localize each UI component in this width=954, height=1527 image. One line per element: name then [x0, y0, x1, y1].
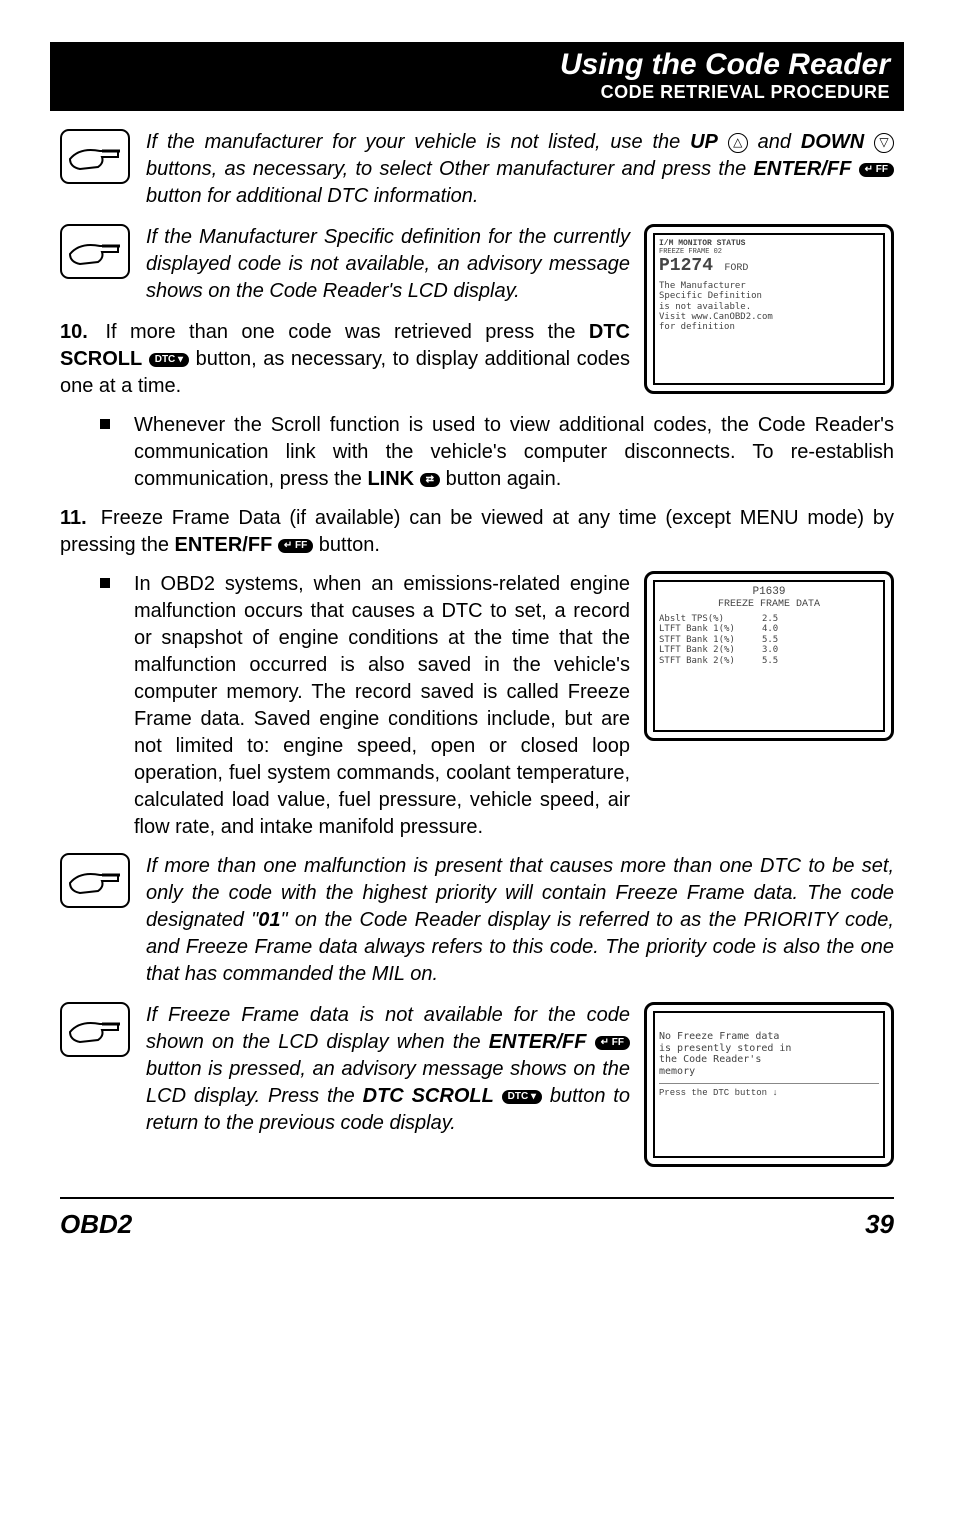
link-label: LINK: [367, 468, 414, 490]
pointing-hand-icon: [60, 853, 130, 908]
lcd-title: FREEZE FRAME DATA: [659, 599, 879, 611]
pointing-hand-icon: [60, 224, 130, 279]
lcd-make: FORD: [724, 263, 748, 274]
lcd-screenshot-no-freeze-frame: No Freeze Frame data is presently stored…: [644, 1002, 894, 1167]
code-01: 01: [258, 909, 280, 931]
lcd-code: P1639: [659, 586, 879, 599]
pointing-hand-icon: [60, 129, 130, 184]
text: and: [758, 131, 801, 153]
enter-ff-icon: ↵ FF: [859, 163, 894, 177]
dtc-scroll-label: DTC SCROLL: [363, 1085, 494, 1107]
footer-page-number: 39: [865, 1209, 894, 1240]
lcd-message: The Manufacturer Specific Definition is …: [659, 281, 879, 333]
text: button.: [319, 534, 380, 556]
text: button for additional DTC information.: [146, 185, 478, 207]
bullet-icon: [100, 578, 110, 588]
step-number: 11.: [60, 505, 92, 532]
page-header: Using the Code Reader CODE RETRIEVAL PRO…: [50, 42, 904, 111]
lcd-screenshot-manufacturer-def: I/M MONITOR STATUS FREEZE FRAME 02 P1274…: [644, 224, 894, 394]
text: If more than one code was retrieved pres…: [105, 321, 588, 343]
lcd-code: P1274: [659, 256, 713, 276]
link-icon: ⇄: [420, 473, 440, 487]
up-icon: △: [728, 133, 748, 153]
step-11: 11. Freeze Frame Data (if available) can…: [60, 505, 894, 559]
bullet-scroll-disconnect: Whenever the Scroll function is used to …: [134, 412, 894, 493]
note-manufacturer-not-listed: If the manufacturer for your vehicle is …: [146, 129, 894, 210]
up-label: UP: [690, 131, 718, 153]
bullet-obd2-freeze-frame: In OBD2 systems, when an emissions-relat…: [134, 571, 630, 841]
lcd-status-line: I/M MONITOR STATUS: [659, 239, 879, 248]
enter-ff-icon: ↵ FF: [595, 1036, 630, 1050]
step-number: 10.: [60, 319, 92, 346]
header-subtitle: CODE RETRIEVAL PROCEDURE: [64, 82, 890, 103]
lcd-rows: Abslt TPS(%) 2.5 LTFT Bank 1(%) 4.0 STFT…: [659, 614, 879, 666]
lcd-freezeframe: FREEZE FRAME 02: [659, 248, 879, 256]
enter-ff-label: ENTER/FF: [175, 534, 273, 556]
dtc-scroll-icon: DTC ▾: [502, 1090, 542, 1104]
enter-ff-label: ENTER/FF: [489, 1031, 587, 1053]
down-icon: ▽: [874, 133, 894, 153]
pointing-hand-icon: [60, 1002, 130, 1057]
text: button, as necessary, to display additio…: [60, 348, 630, 397]
note-priority-code: If more than one malfunction is present …: [146, 853, 894, 988]
lcd-hint: Press the DTC button ↓: [659, 1083, 879, 1098]
text: button again.: [446, 468, 562, 490]
enter-ff-label: ENTER/FF: [754, 158, 852, 180]
lcd-message: No Freeze Frame data is presently stored…: [659, 1031, 879, 1077]
page-footer: OBD2 39: [60, 1197, 894, 1240]
lcd-screenshot-freeze-frame: P1639 FREEZE FRAME DATA Abslt TPS(%) 2.5…: [644, 571, 894, 741]
header-title: Using the Code Reader: [64, 48, 890, 82]
bullet-icon: [100, 419, 110, 429]
down-label: DOWN: [801, 131, 864, 153]
dtc-scroll-icon: DTC ▾: [149, 353, 189, 367]
note-definition-unavailable: If the Manufacturer Specific definition …: [146, 224, 630, 305]
note-freeze-frame-unavailable: If Freeze Frame data is not available fo…: [146, 1002, 630, 1137]
text: buttons, as necessary, to select Other m…: [146, 158, 754, 180]
text: If the manufacturer for your vehicle is …: [146, 131, 690, 153]
enter-ff-icon: ↵ FF: [278, 539, 313, 553]
footer-left: OBD2: [60, 1209, 132, 1240]
